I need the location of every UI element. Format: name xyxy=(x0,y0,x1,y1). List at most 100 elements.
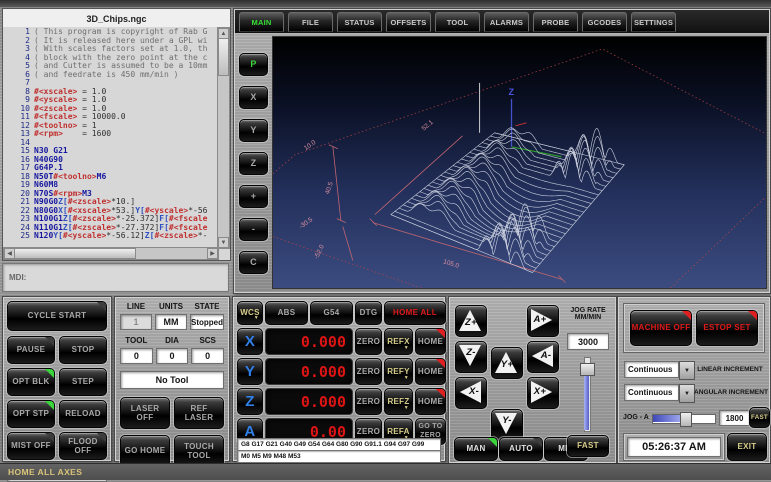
jog-a-fast-button[interactable]: FAST xyxy=(749,407,770,428)
view-x-button[interactable]: X xyxy=(239,86,268,109)
jog-z-minus-button[interactable]: Z- xyxy=(455,341,487,373)
machine-panel: MACHINE OFF ESTOP SET Continuous ▼ LINEA… xyxy=(617,296,771,464)
jog-rate-input[interactable]: 3000 xyxy=(567,333,609,350)
jog-rate-slider-thumb[interactable] xyxy=(580,363,595,376)
home-x-button[interactable]: HOME xyxy=(415,328,446,355)
reload-button[interactable]: RELOAD xyxy=(59,400,107,428)
jog-x-minus-button[interactable]: X- xyxy=(455,377,487,409)
machine-power-button[interactable]: MACHINE OFF xyxy=(630,310,692,346)
dia-label: DIA xyxy=(156,336,189,345)
ref-x-button[interactable]: REFX▼ xyxy=(384,328,413,355)
ref-laser-button[interactable]: REF LASER xyxy=(174,397,224,429)
preview-3d-view[interactable]: 10.0 40.5 -30.5 -52.0 105.0 52.1 Z xyxy=(272,36,767,289)
line-label: LINE xyxy=(120,302,152,311)
optional-stop-button[interactable]: OPT STP xyxy=(7,400,55,428)
view-perspective-button[interactable]: P xyxy=(239,53,268,76)
clock-frame: 05:26:37 AM xyxy=(623,433,725,461)
code-line: 25N120Y[#<yscale>*-56.12]Z[#<zscale>*- xyxy=(4,232,218,241)
jog-a-label: JOG - A xyxy=(623,414,649,421)
tab-file[interactable]: FILE xyxy=(288,12,333,32)
stop-button[interactable]: STOP xyxy=(59,336,107,364)
zero-x-button[interactable]: ZERO xyxy=(355,328,382,355)
jog-z-plus-button[interactable]: Z+ xyxy=(455,305,487,337)
scroll-down-icon[interactable]: ▼ xyxy=(218,237,229,248)
optional-block-button[interactable]: OPT BLK xyxy=(7,368,55,396)
angular-increment-label: ANGULAR INCREMENT xyxy=(692,389,770,396)
auto-mode-button[interactable]: AUTO xyxy=(499,437,543,461)
ref-y-button[interactable]: REFY▼ xyxy=(384,358,413,385)
view-z-button[interactable]: Z xyxy=(239,152,268,175)
tab-gcodes[interactable]: GCODES xyxy=(582,12,627,32)
jog-rate-label: JOG RATE xyxy=(570,307,605,314)
view-y-button[interactable]: Y xyxy=(239,119,268,142)
tab-status[interactable]: STATUS xyxy=(337,12,382,32)
home-y-button[interactable]: HOME xyxy=(415,358,446,385)
hscroll-thumb[interactable] xyxy=(14,248,136,259)
linear-increment-select[interactable]: Continuous ▼ xyxy=(624,361,695,380)
gcode-editor[interactable]: 1( This program is copyright of Rab G2( … xyxy=(2,27,231,261)
angular-increment-select[interactable]: Continuous ▼ xyxy=(624,384,695,403)
tab-main[interactable]: MAIN xyxy=(239,12,284,32)
zoom-out-button[interactable]: - xyxy=(239,218,268,241)
step-button[interactable]: STEP xyxy=(59,368,107,396)
zoom-in-button[interactable]: + xyxy=(239,185,268,208)
mdi-input[interactable]: MDI: xyxy=(2,263,229,292)
zero-y-button[interactable]: ZERO xyxy=(355,358,382,385)
home-z-button[interactable]: HOME xyxy=(415,388,446,415)
axis-y-button[interactable]: Y xyxy=(237,358,263,385)
gcode-file-title: 3D_Chips.ngc xyxy=(2,8,231,29)
manual-mode-button[interactable]: MAN xyxy=(454,437,498,461)
code-line: 13#<rpm> = 1600 xyxy=(4,130,218,139)
pause-button[interactable]: PAUSE xyxy=(7,336,55,364)
editor-vscrollbar[interactable]: ▲ ▼ xyxy=(217,27,230,249)
tab-offsets[interactable]: OFFSETS xyxy=(386,12,431,32)
linear-increment-label: LINEAR INCREMENT xyxy=(692,366,768,373)
preview-panel: MAIN FILE STATUS OFFSETS TOOL ALARMS PRO… xyxy=(233,8,771,294)
tab-alarms[interactable]: ALARMS xyxy=(484,12,529,32)
tab-probe[interactable]: PROBE xyxy=(533,12,578,32)
jog-a-value-input[interactable]: 1800 xyxy=(719,410,750,426)
flood-button[interactable]: FLOOD OFF xyxy=(59,432,107,460)
statusbar-text: HOME ALL AXES xyxy=(8,467,82,477)
tab-settings[interactable]: SETTINGS xyxy=(631,12,676,32)
abs-button[interactable]: ABS xyxy=(265,301,308,325)
jog-y-plus-button[interactable]: Y+ xyxy=(491,347,523,379)
view-control-strip: P X Y Z + - C xyxy=(237,37,270,290)
tab-bar: MAIN FILE STATUS OFFSETS TOOL ALARMS PRO… xyxy=(235,10,769,33)
jog-a-minus-button[interactable]: A- xyxy=(527,341,559,373)
vscroll-thumb[interactable] xyxy=(218,38,229,76)
exit-button[interactable]: EXIT xyxy=(727,433,767,461)
zero-z-button[interactable]: ZERO xyxy=(355,388,382,415)
dtg-button[interactable]: DTG xyxy=(355,301,382,325)
code-lines[interactable]: 1( This program is copyright of Rab G2( … xyxy=(4,28,218,249)
jog-panel: Z+ A+ Z- Y+ A- X- X+ Y- MAN AUTO MDI JOG… xyxy=(448,296,617,464)
z-axis-label: Z xyxy=(509,87,515,97)
tool-value: 0 xyxy=(120,348,153,364)
active-mcodes-display: M0 M5 M9 M48 M53 xyxy=(237,450,441,463)
tab-tool[interactable]: TOOL xyxy=(435,12,480,32)
ref-z-button[interactable]: REFZ▼ xyxy=(384,388,413,415)
scroll-right-icon[interactable]: ▶ xyxy=(207,248,218,259)
dro-x-value: 0.000 xyxy=(265,328,353,355)
jog-a-plus-button[interactable]: A+ xyxy=(527,305,559,337)
axis-z-button[interactable]: Z xyxy=(237,388,263,415)
home-all-button[interactable]: HOME ALL xyxy=(384,301,446,325)
tool-name-display: No Tool xyxy=(120,371,224,389)
g54-button[interactable]: G54 xyxy=(310,301,353,325)
estop-button[interactable]: ESTOP SET xyxy=(696,310,758,346)
scs-value: 0 xyxy=(191,348,224,364)
wcs-dropdown-button[interactable]: WCS▼ xyxy=(237,301,263,325)
jog-fast-button[interactable]: FAST xyxy=(567,435,609,457)
jog-x-plus-button[interactable]: X+ xyxy=(527,377,559,409)
jog-a-slider-thumb[interactable] xyxy=(680,412,692,427)
laser-button[interactable]: LASER OFF xyxy=(120,397,170,429)
clear-view-button[interactable]: C xyxy=(239,251,268,274)
message-statusbar: HOME ALL AXES xyxy=(0,463,771,480)
estop-frame: MACHINE OFF ESTOP SET xyxy=(623,303,765,353)
mist-button[interactable]: MIST OFF xyxy=(7,432,55,460)
axis-x-button[interactable]: X xyxy=(237,328,263,355)
line-value: 1 xyxy=(120,314,152,330)
cycle-start-button[interactable]: CYCLE START xyxy=(7,301,107,331)
units-label: UNITS xyxy=(155,302,187,311)
editor-hscrollbar[interactable]: ◀ ▶ xyxy=(3,247,219,260)
